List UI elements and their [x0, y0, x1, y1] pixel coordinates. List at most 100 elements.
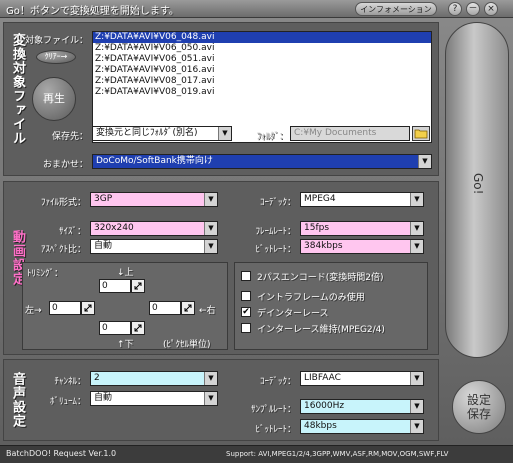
frame-rate-select[interactable]: 15fps ▼	[300, 221, 424, 236]
size-select[interactable]: 320x240 ▼	[90, 221, 218, 236]
keep-interlace-checkbox[interactable]	[241, 323, 251, 333]
chevron-down-icon: ▼	[410, 193, 423, 206]
folder-icon	[414, 129, 428, 139]
spin-icon	[184, 304, 192, 312]
size-value: 320x240	[94, 223, 134, 233]
frame-rate-value: 15fps	[304, 223, 330, 233]
intra-frame-label[interactable]: イントラフレームのみ使用	[257, 290, 365, 303]
help-icon[interactable]: ?	[448, 2, 462, 16]
title-text: Go！ボタンで変換処理を開始します。	[6, 6, 179, 17]
spin-icon	[134, 282, 142, 290]
audio-bitrate-select[interactable]: 48kbps ▼	[300, 419, 424, 434]
trim-right-input[interactable]: 0	[149, 301, 181, 315]
deinterlace-checkbox[interactable]: ✔	[241, 307, 251, 317]
chevron-down-icon: ▼	[418, 155, 431, 168]
video-bitrate-value: 384kbps	[304, 241, 343, 251]
volume-select[interactable]: 自動 ▼	[90, 391, 218, 406]
audio-panel: 音声設定 ﾁｬﾝﾈﾙ： 2 ▼ ﾎﾞﾘｭｰﾑ： 自動 ▼ ｺｰﾃﾞｯｸ： LIB…	[3, 359, 439, 441]
intra-frame-checkbox[interactable]	[241, 291, 251, 301]
sample-rate-value: 16000Hz	[304, 401, 345, 411]
channel-label: ﾁｬﾝﾈﾙ：	[54, 377, 86, 387]
sample-rate-label: ｻﾝﾌﾟﾙﾚｰﾄ：	[250, 405, 296, 415]
save-settings-button[interactable]: 設定 保存	[452, 380, 506, 434]
deinterlace-label[interactable]: デインターレース	[257, 306, 329, 319]
trim-unit-label: (ﾋﾟｸｾﾙ単位)	[163, 340, 211, 350]
preset-value: DoCoMo/SoftBank携帯向け	[96, 156, 213, 166]
trim-top-label: ↓上	[117, 268, 134, 278]
trim-right-spin-button[interactable]	[181, 301, 195, 315]
file-list-item[interactable]: Z:¥DATA¥AVI¥V08_016.avi	[93, 65, 431, 76]
keep-interlace-label[interactable]: インターレース維持(MPEG2/4)	[257, 322, 385, 335]
frame-rate-label: ﾌﾚｰﾑﾚｰﾄ：	[255, 227, 296, 237]
audio-codec-value: LIBFAAC	[304, 373, 341, 383]
video-panel: 動画設定 ﾌｧｲﾙ形式： 3GP ▼ ｻｲｽﾞ： 320x240 ▼ ｱｽﾍﾟｸ…	[3, 181, 439, 355]
sample-rate-select[interactable]: 16000Hz ▼	[300, 399, 424, 414]
audio-codec-label: ｺｰﾃﾞｯｸ：	[259, 377, 296, 387]
trim-left-input[interactable]: 0	[49, 301, 81, 315]
app-window: Go！ボタンで変換処理を開始します。 インフォメーション ? － × 変換対象フ…	[0, 0, 513, 463]
file-list-item[interactable]: Z:¥DATA¥AVI¥V06_048.avi	[93, 32, 431, 43]
trimming-box: ﾄﾘﾐﾝｸﾞ： ↓上 0 左→ 0 0 ←右 0 ↑下 (ﾋﾟｸｾﾙ単位)	[22, 262, 228, 350]
video-bitrate-label: ﾋﾞｯﾄﾚｰﾄ：	[255, 245, 296, 255]
spin-icon	[134, 324, 142, 332]
files-panel: 変換対象ファイル 対象ファイル： ｸﾘｱｰ→ 再生 Z:¥DATA¥AVI¥V0…	[3, 22, 439, 176]
aspect-ratio-value: 自動	[94, 241, 113, 251]
chevron-down-icon: ▼	[410, 420, 423, 433]
file-format-label: ﾌｧｲﾙ形式：	[40, 198, 86, 208]
status-bar: BatchDOO! Request Ver.1.0 Support: AVI,M…	[0, 445, 513, 463]
preset-select[interactable]: DoCoMo/SoftBank携帯向け ▼	[92, 154, 432, 169]
video-codec-label: ｺｰﾃﾞｯｸ：	[259, 198, 296, 208]
file-list-item[interactable]: Z:¥DATA¥AVI¥V06_050.avi	[93, 43, 431, 54]
volume-value: 自動	[94, 393, 113, 403]
video-options-box: 2パスエンコード(変換時間2倍) イントラフレームのみ使用 ✔ デインターレース…	[234, 262, 428, 350]
play-button[interactable]: 再生	[32, 77, 76, 121]
go-button[interactable]: Go!	[445, 22, 509, 358]
chevron-down-icon: ▼	[410, 240, 423, 253]
trim-left-spin-button[interactable]	[81, 301, 95, 315]
size-label: ｻｲｽﾞ：	[58, 227, 86, 237]
video-bitrate-select[interactable]: 384kbps ▼	[300, 239, 424, 254]
chevron-down-icon: ▼	[204, 240, 217, 253]
two-pass-checkbox[interactable]	[241, 271, 251, 281]
file-list-item[interactable]: Z:¥DATA¥AVI¥V06_051.avi	[93, 54, 431, 65]
clear-button[interactable]: ｸﾘｱｰ→	[36, 50, 76, 64]
save-settings-label-1: 設定	[466, 393, 491, 407]
two-pass-label[interactable]: 2パスエンコード(変換時間2倍)	[257, 270, 383, 283]
audio-bitrate-value: 48kbps	[304, 421, 337, 431]
trim-bottom-input[interactable]: 0	[99, 321, 131, 335]
folder-browse-button[interactable]	[412, 126, 430, 141]
support-formats: Support: AVI,MPEG1/2/4,3GPP,WMV,ASF,RM,M…	[226, 450, 449, 458]
video-codec-select[interactable]: MPEG4 ▼	[300, 192, 424, 207]
aspect-ratio-select[interactable]: 自動 ▼	[90, 239, 218, 254]
folder-label: ﾌｫﾙﾀﾞ：	[256, 132, 288, 142]
chevron-down-icon: ▼	[204, 222, 217, 235]
minimize-icon[interactable]: －	[466, 2, 480, 16]
files-section-title: 変換対象ファイル	[10, 33, 25, 145]
channel-value: 2	[94, 373, 100, 383]
chevron-down-icon: ▼	[218, 127, 231, 140]
save-destination-select[interactable]: 変換元と同じﾌｫﾙﾀﾞ(別名) ▼	[92, 126, 232, 141]
go-button-label: Go!	[471, 173, 485, 195]
volume-label: ﾎﾞﾘｭｰﾑ：	[49, 397, 86, 407]
chevron-down-icon: ▼	[204, 372, 217, 385]
file-list-item[interactable]: Z:¥DATA¥AVI¥V08_017.avi	[93, 76, 431, 87]
trim-right-label: ←右	[199, 306, 216, 316]
spin-icon	[84, 304, 92, 312]
trim-top-spin-button[interactable]	[131, 279, 145, 293]
trim-left-label: 左→	[25, 306, 42, 316]
trim-bottom-spin-button[interactable]	[131, 321, 145, 335]
audio-codec-select[interactable]: LIBFAAC ▼	[300, 371, 424, 386]
trimming-label: ﾄﾘﾐﾝｸﾞ：	[27, 269, 64, 279]
chevron-down-icon: ▼	[410, 222, 423, 235]
trim-bottom-label: ↑下	[117, 340, 134, 350]
folder-path-input[interactable]: C:¥My Documents	[290, 126, 410, 141]
trim-top-input[interactable]: 0	[99, 279, 131, 293]
file-list-item[interactable]: Z:¥DATA¥AVI¥V08_019.avi	[93, 87, 431, 98]
file-format-value: 3GP	[94, 194, 113, 204]
information-button[interactable]: インフォメーション	[355, 2, 437, 16]
file-format-select[interactable]: 3GP ▼	[90, 192, 218, 207]
close-icon[interactable]: ×	[484, 2, 498, 16]
chevron-down-icon: ▼	[204, 193, 217, 206]
save-destination-value: 変換元と同じﾌｫﾙﾀﾞ(別名)	[96, 128, 198, 138]
channel-select[interactable]: 2 ▼	[90, 371, 218, 386]
